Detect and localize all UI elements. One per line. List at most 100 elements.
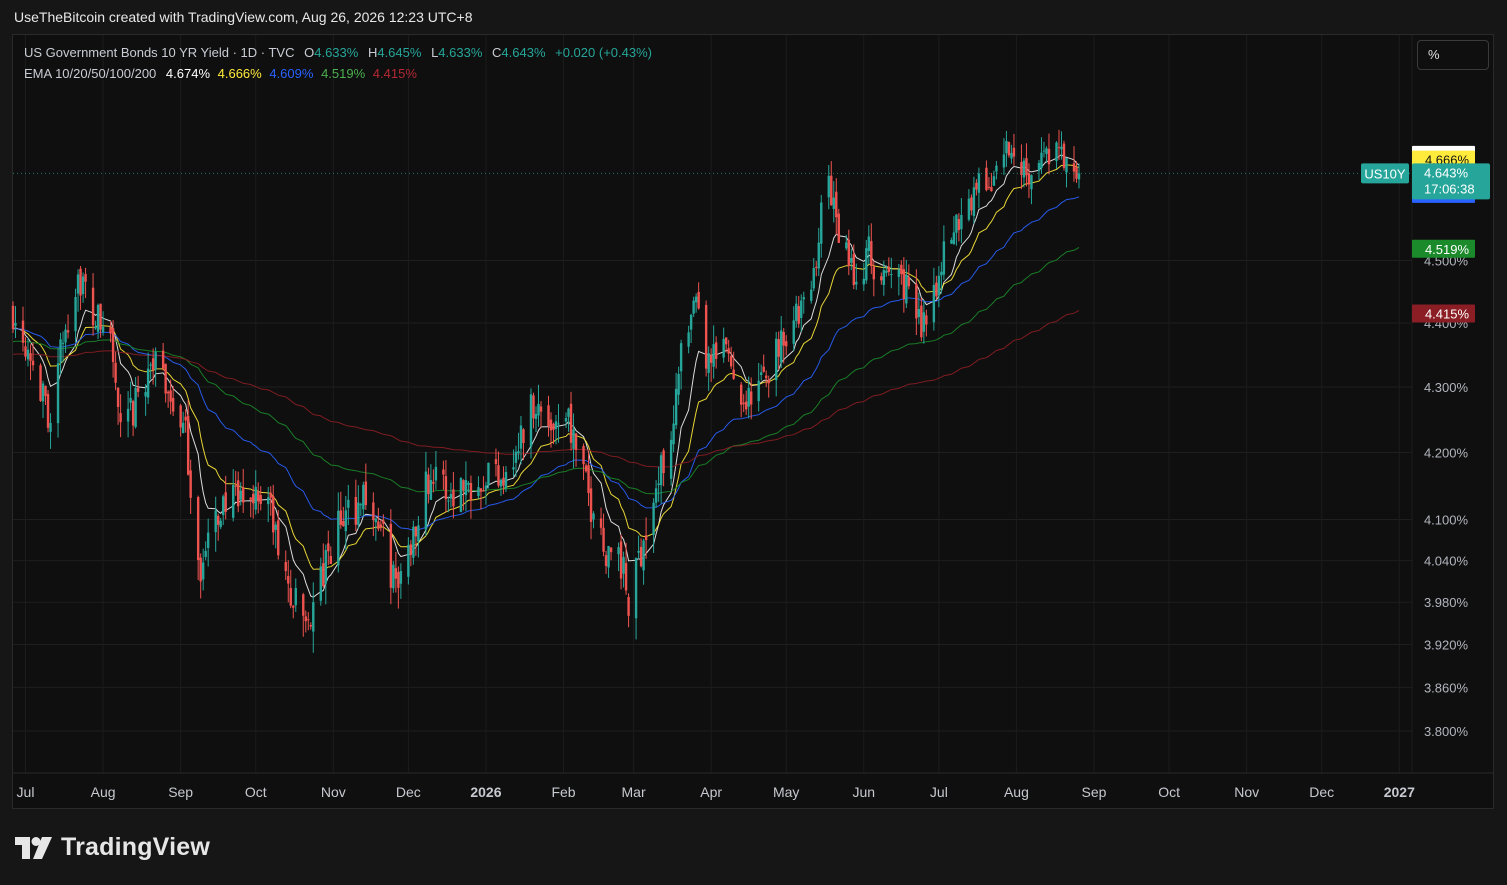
ema200-tag-text: 4.415%	[1425, 307, 1470, 322]
candle-body	[1027, 172, 1031, 185]
candle	[412, 520, 415, 565]
candle-body	[669, 439, 673, 479]
candle	[617, 542, 620, 572]
candle-body	[855, 281, 858, 285]
candle	[935, 275, 938, 300]
candle-body	[382, 520, 385, 524]
candle-body	[679, 343, 683, 372]
candle-body	[151, 358, 155, 371]
candle	[29, 344, 32, 380]
candle	[1072, 146, 1076, 182]
candle-body	[539, 406, 543, 412]
candle	[257, 482, 260, 514]
candle	[1055, 141, 1058, 169]
candle-body	[687, 332, 690, 347]
candle-body	[694, 296, 698, 303]
candle-body	[1025, 158, 1028, 176]
candle	[1025, 143, 1028, 187]
y-tick-label: 3.920%	[1424, 637, 1469, 652]
candle	[1002, 138, 1006, 176]
candle-body	[444, 476, 448, 500]
candle	[1065, 157, 1068, 188]
candle-body	[257, 491, 260, 502]
candle	[865, 239, 868, 284]
candle-body	[397, 571, 400, 588]
candle	[905, 259, 908, 309]
candle	[289, 569, 292, 609]
candle	[504, 466, 508, 493]
candle-body	[129, 397, 132, 403]
candle-body	[569, 403, 573, 443]
candle	[464, 461, 468, 512]
candle-body	[652, 502, 655, 535]
candle	[409, 540, 413, 567]
ema20-value: 4.666%	[217, 66, 262, 81]
candle	[302, 592, 305, 637]
candle	[327, 530, 330, 565]
candle-body	[324, 550, 327, 584]
candle	[111, 320, 115, 378]
candle-body	[49, 422, 52, 432]
candle	[539, 401, 543, 428]
candle-body	[171, 397, 175, 412]
candle-body	[547, 405, 550, 427]
candle	[292, 604, 295, 619]
candle	[862, 263, 865, 291]
candle	[820, 194, 823, 258]
candle	[797, 295, 800, 328]
candle-body	[972, 187, 976, 216]
symbol-tag-text: US10Y	[1364, 166, 1406, 181]
candle	[1020, 144, 1023, 190]
ema50-line	[12, 196, 1080, 531]
candle-body	[354, 496, 358, 525]
ema100-line	[12, 246, 1080, 495]
candle	[607, 545, 610, 578]
candle	[727, 339, 730, 362]
candle	[452, 471, 455, 519]
percent-scale-button[interactable]: %	[1417, 40, 1489, 70]
candle-body	[347, 499, 350, 508]
candle-body	[810, 289, 813, 301]
x-tick-label: Jul	[930, 784, 948, 800]
y-tick-label: 4.300%	[1424, 380, 1469, 395]
candle-body	[74, 297, 77, 332]
grid-lines	[13, 35, 1412, 773]
candle	[679, 339, 683, 390]
candle-body	[767, 379, 770, 384]
candle-body	[464, 479, 468, 496]
price-chart[interactable]: 4.300% 4.200% 4.100% 4.040% 3.980% 3.920% 3.86…	[0, 0, 1507, 885]
candle-body	[186, 415, 190, 475]
candle	[392, 560, 395, 593]
candle	[634, 557, 638, 640]
candle-body	[722, 338, 725, 358]
candle	[990, 172, 993, 192]
ema-label[interactable]: EMA 10/20/50/100/200	[24, 66, 156, 81]
candle	[957, 213, 961, 242]
candle	[760, 364, 763, 381]
last-price-tag: 4.643%17:06:38	[1412, 163, 1490, 200]
ema-lines	[12, 153, 1080, 598]
candle-body	[867, 236, 871, 251]
tradingview-wordmark: TradingView	[61, 833, 211, 861]
candle-body	[907, 277, 911, 287]
candle	[534, 406, 538, 433]
candle-body	[1040, 152, 1043, 169]
candle-body	[319, 566, 322, 601]
ema50-value: 4.609%	[269, 66, 314, 81]
candle-body	[797, 306, 800, 324]
candle-body	[26, 349, 30, 360]
candle-body	[252, 493, 255, 504]
candle	[574, 432, 578, 467]
candle	[477, 476, 480, 499]
candle-body	[627, 597, 630, 616]
candle	[214, 496, 217, 552]
candle-body	[64, 329, 67, 343]
candle	[146, 352, 150, 405]
ema100-tag: 4.519%	[1412, 239, 1475, 258]
candle	[967, 189, 971, 222]
candle-body	[882, 270, 886, 286]
candle-body	[552, 423, 555, 430]
symbol-title[interactable]: US Government Bonds 10 YR Yield · 1D · T…	[24, 45, 294, 60]
candle-body	[494, 459, 498, 465]
x-tick-label: Mar	[622, 784, 646, 800]
